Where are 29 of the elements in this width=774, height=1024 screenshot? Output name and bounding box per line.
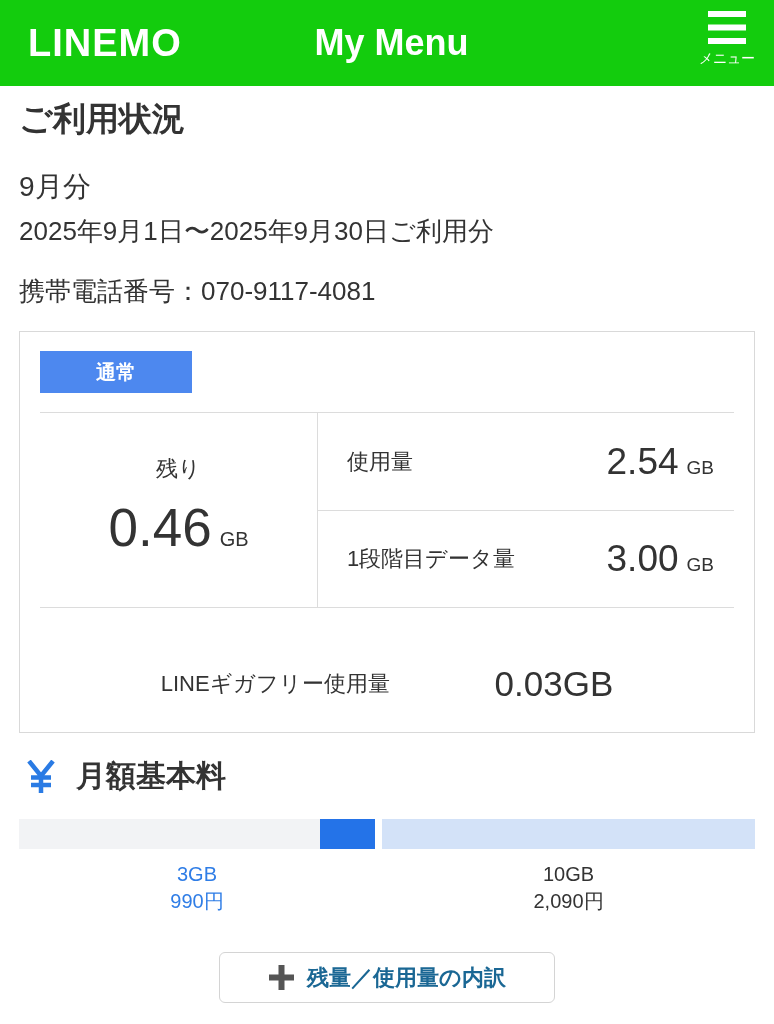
stat-value: 3.00 bbox=[606, 537, 679, 581]
tier-price: 990円 bbox=[170, 889, 224, 914]
remaining-unit: GB bbox=[219, 528, 249, 551]
phone-number: 携帯電話番号：070-9117-4081 bbox=[19, 275, 377, 308]
page-title: My Menu bbox=[314, 21, 469, 65]
menu-icon bbox=[708, 11, 746, 44]
stat-unit: GB bbox=[686, 456, 714, 479]
plus-icon bbox=[268, 965, 294, 990]
stat-unit: GB bbox=[686, 554, 714, 576]
stat-label: 1段階目データ量 bbox=[347, 545, 516, 573]
stat-value: 2.54 bbox=[606, 439, 679, 484]
current-marker-icon bbox=[320, 819, 375, 849]
billing-period: 2025年9月1日〜2025年9月30日ご利用分 bbox=[19, 215, 495, 248]
billing-month: 9月分 bbox=[19, 170, 92, 204]
giga-free-value: 0.03GB bbox=[494, 664, 614, 704]
breakdown-button[interactable]: 残量／使用量の内訳 bbox=[219, 952, 555, 1003]
stat-label: 使用量 bbox=[347, 447, 413, 476]
status-badge: 通常 bbox=[40, 351, 192, 393]
brand-logo[interactable]: LINEMO bbox=[28, 21, 182, 65]
remaining-value: 0.46 bbox=[108, 498, 212, 558]
yen-icon bbox=[27, 759, 55, 793]
fee-heading: 月額基本料 bbox=[76, 758, 226, 794]
remaining-label: 残り bbox=[156, 455, 201, 483]
tier-data-size: 10GB bbox=[542, 862, 595, 887]
section-heading: ご利用状況 bbox=[19, 99, 186, 139]
giga-free-label: LINEギガフリー使用量 bbox=[160, 670, 390, 698]
tier-data-size: 3GB bbox=[177, 862, 217, 887]
tier-price: 2,090円 bbox=[533, 889, 604, 914]
menu-button[interactable]: メニュー bbox=[699, 11, 755, 66]
